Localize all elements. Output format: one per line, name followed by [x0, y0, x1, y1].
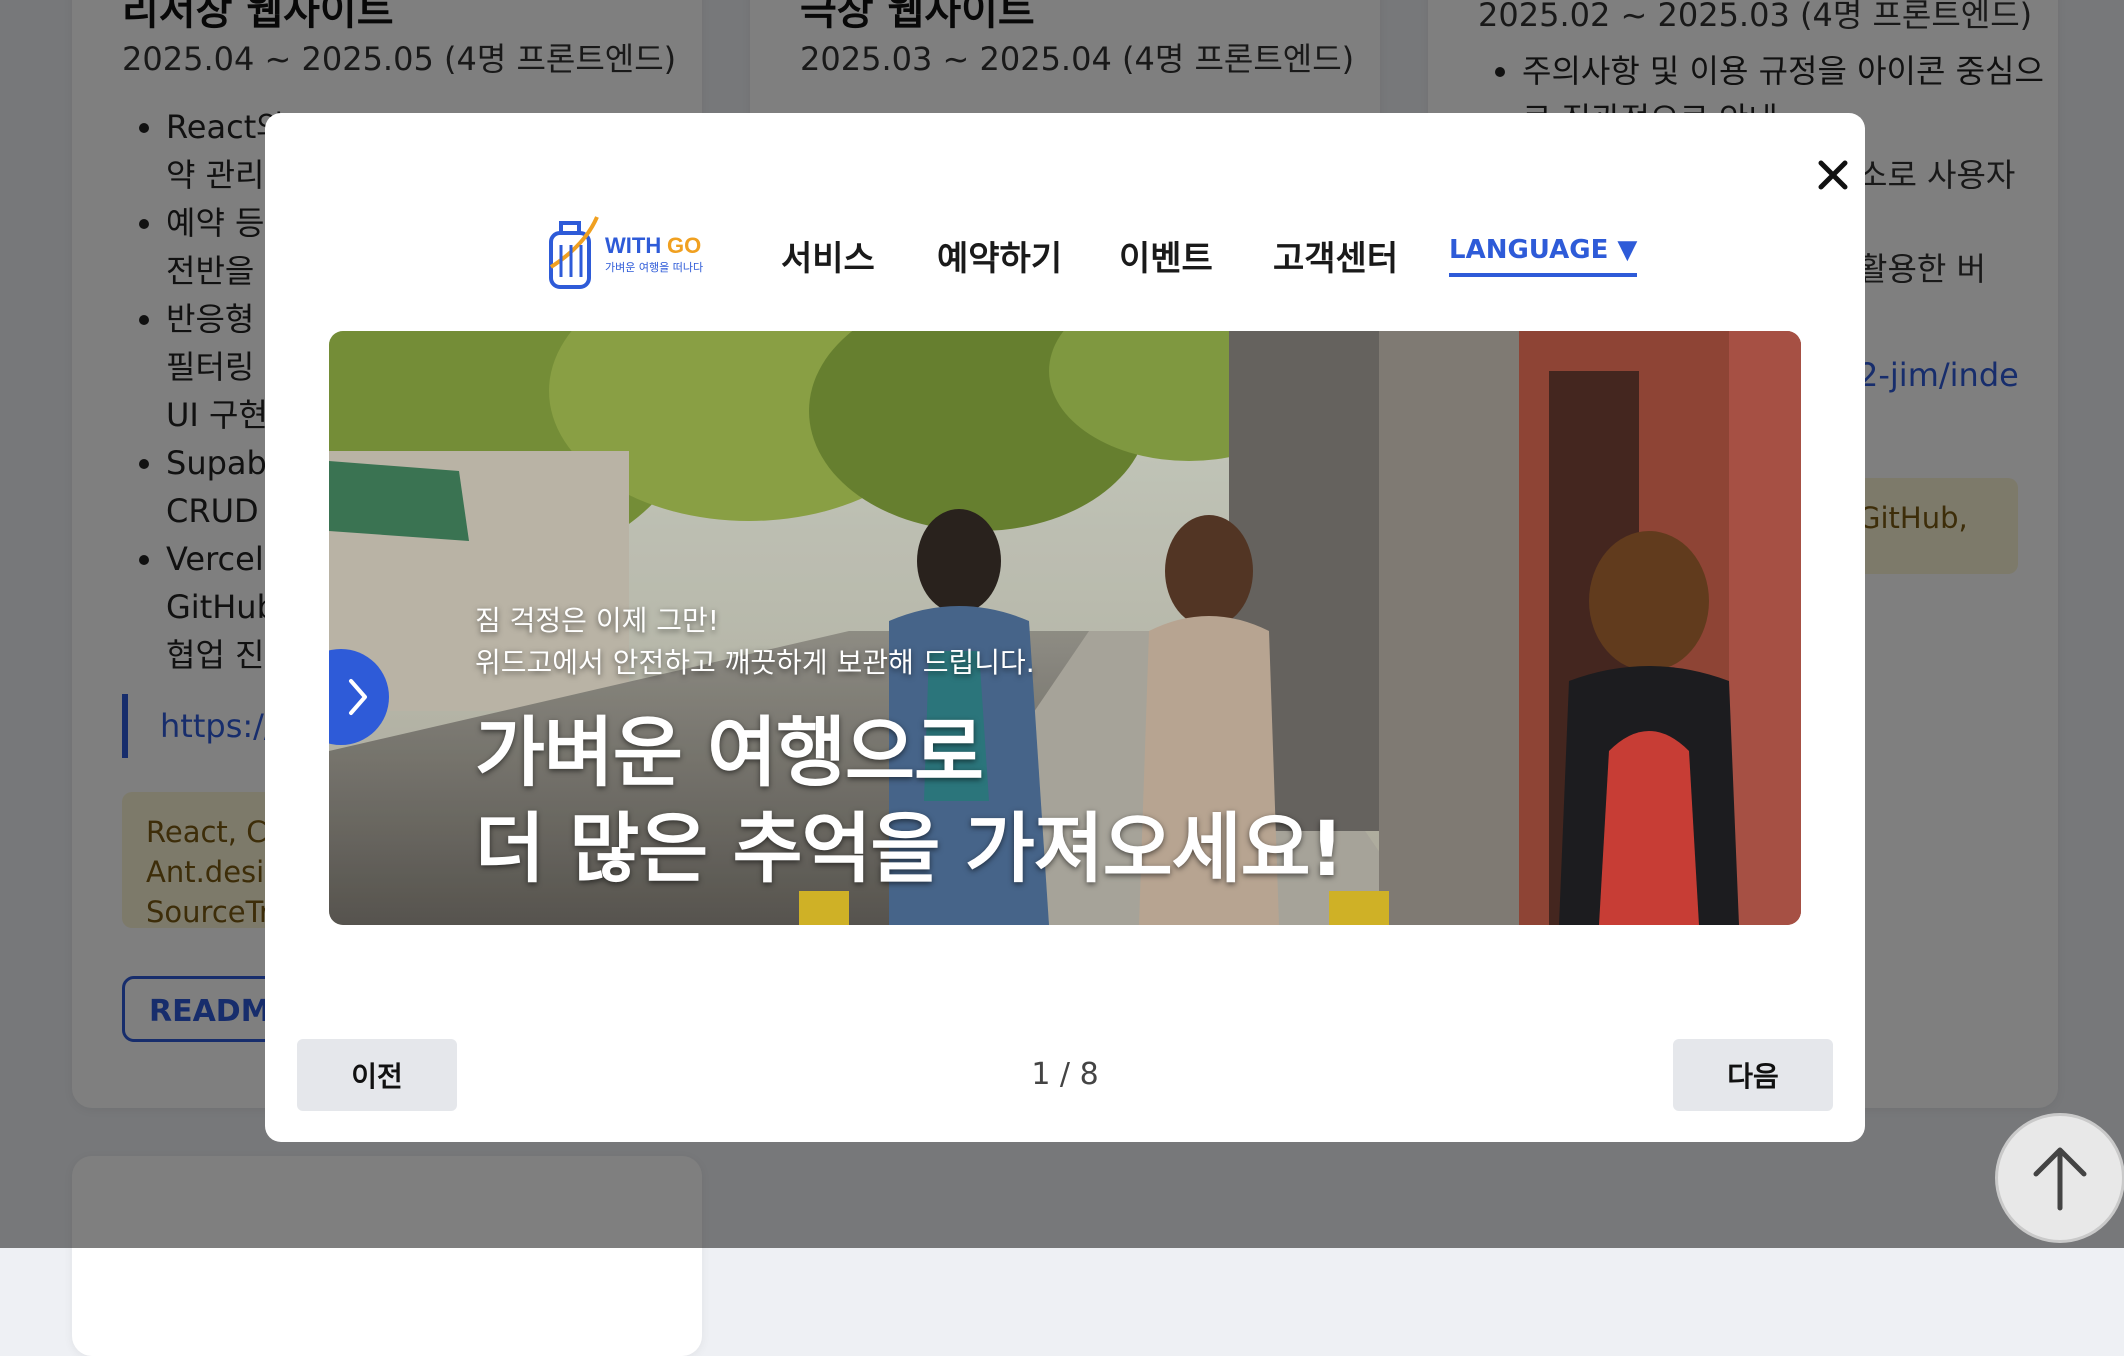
svg-text:WITH: WITH — [605, 233, 661, 258]
suitcase-logo-icon: WITH GO 가벼운 여행을 떠나다 — [549, 216, 703, 289]
svg-text:GO: GO — [667, 233, 701, 258]
screenshot-site-header: WITH GO 가벼운 여행을 떠나다 서비스 예약하기 이벤트 고객센터 LA… — [265, 203, 1865, 323]
svg-text:가벼운 여행을 떠나다: 가벼운 여행을 떠나다 — [605, 261, 703, 274]
slide-counter: 1 / 8 — [1031, 1057, 1099, 1092]
hero-photo: 짐 걱정은 이제 그만! 위드고에서 안전하고 깨끗하게 보관해 드립니다. 가… — [329, 331, 1801, 925]
hero-headline: 더 많은 추억을 가져오세요! — [475, 804, 1344, 893]
close-button[interactable] — [1803, 145, 1863, 205]
site-menu-service: 서비스 — [781, 239, 875, 279]
close-icon — [1818, 160, 1848, 190]
hero-subtitle: 위드고에서 안전하고 깨끗하게 보관해 드립니다. — [475, 646, 1035, 679]
arrow-up-icon — [2033, 1147, 2087, 1211]
chevron-right-icon — [349, 679, 367, 715]
site-language-selector: LANGUAGE ▼ — [1449, 235, 1638, 277]
scroll-to-top-button[interactable] — [1995, 1113, 2124, 1243]
withgo-logo: WITH GO 가벼운 여행을 떠나다 — [545, 215, 715, 299]
site-menu-event: 이벤트 — [1119, 239, 1213, 279]
site-menu-booking: 예약하기 — [937, 239, 1063, 279]
next-button[interactable]: 다음 — [1673, 1039, 1833, 1111]
image-gallery-modal: WITH GO 가벼운 여행을 떠나다 서비스 예약하기 이벤트 고객센터 LA… — [265, 113, 1865, 1142]
hero-subtitle: 짐 걱정은 이제 그만! — [475, 604, 720, 637]
site-menu-support: 고객센터 — [1273, 239, 1399, 279]
hero-headline: 가벼운 여행으로 — [475, 708, 984, 797]
